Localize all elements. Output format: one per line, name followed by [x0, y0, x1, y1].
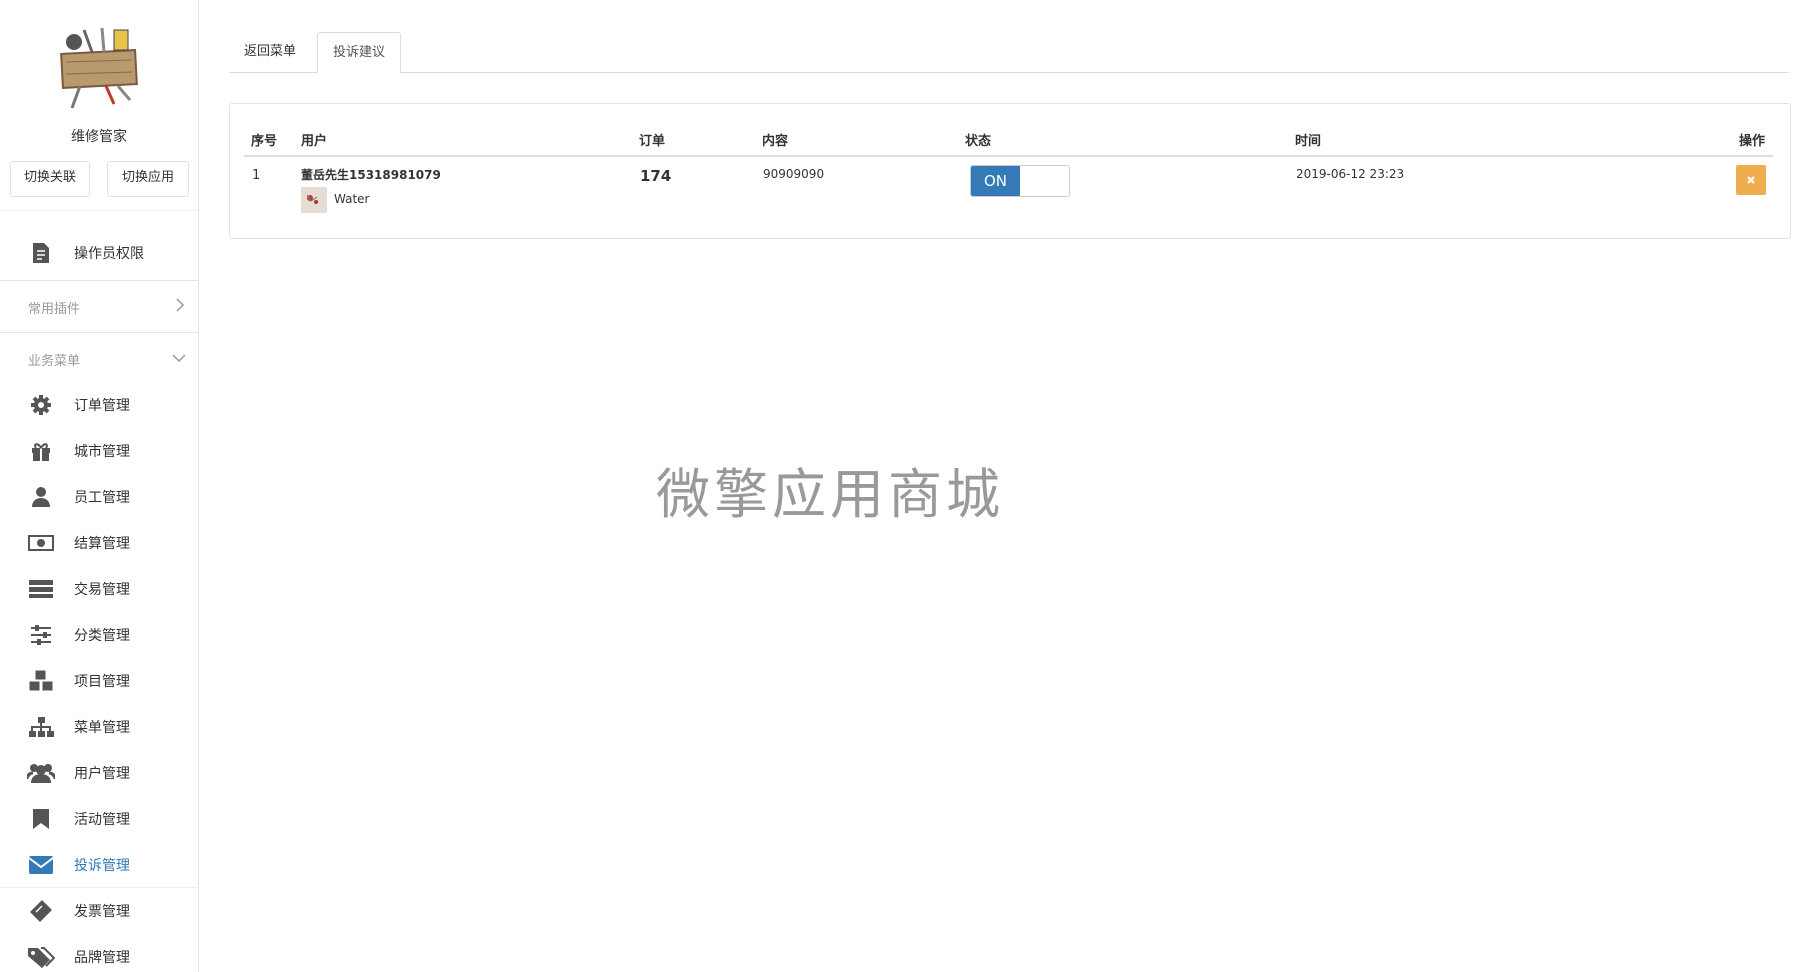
- sidebar-item-label: 投诉管理: [74, 858, 130, 874]
- sidebar-item-label: 操作员权限: [74, 246, 144, 262]
- envelope-icon: [26, 850, 56, 880]
- file-edit-icon: [26, 238, 56, 268]
- sidebar: 维修管家 切换关联 切换应用 操作员权限 常用插件 业务菜单 订单管理 城市管理: [0, 0, 199, 972]
- sidebar-item-label: 项目管理: [74, 674, 130, 690]
- table-header-divider: [244, 155, 1773, 157]
- sidebar-item-label: 交易管理: [74, 582, 130, 598]
- sliders-icon: [26, 620, 56, 650]
- sidebar-item-invoices[interactable]: 发票管理: [0, 888, 198, 934]
- sidebar-item-label: 菜单管理: [74, 720, 130, 736]
- column-header-content: 内容: [762, 134, 789, 149]
- chevron-right-icon: [174, 297, 186, 316]
- order-number: 174: [640, 167, 672, 185]
- tab-complaints[interactable]: 投诉建议: [317, 32, 402, 74]
- sidebar-item-label: 城市管理: [74, 444, 130, 460]
- section-label: 业务菜单: [28, 353, 81, 369]
- status-toggle[interactable]: ON: [970, 165, 1070, 197]
- column-header-status: 状态: [965, 134, 992, 149]
- sidebar-item-brands[interactable]: 品牌管理: [0, 934, 198, 972]
- sitemap-icon: [26, 712, 56, 742]
- sidebar-item-orders[interactable]: 订单管理: [0, 382, 198, 428]
- tags-icon: [26, 942, 56, 972]
- sidebar-item-label: 活动管理: [74, 812, 130, 828]
- tab-bar: 返回菜单 投诉建议: [229, 32, 1789, 74]
- sidebar-item-label: 结算管理: [74, 536, 130, 552]
- status-toggle-on-label: ON: [971, 166, 1020, 196]
- sidebar-item-label: 员工管理: [74, 490, 130, 506]
- user-icon: [26, 482, 56, 512]
- switch-app-button[interactable]: 切换应用: [107, 161, 189, 197]
- sidebar-item-projects[interactable]: 项目管理: [0, 658, 198, 704]
- column-header-time: 时间: [1295, 134, 1322, 149]
- complaints-table-panel: 序号 用户 订单 内容 状态 时间 操作 1 董岳先生15318981079 W…: [229, 103, 1791, 239]
- sidebar-item-complaints[interactable]: 投诉管理: [0, 842, 198, 888]
- users-icon: [26, 758, 56, 788]
- app-logo: [0, 24, 198, 114]
- app-name: 维修管家: [71, 129, 127, 145]
- chevron-down-icon: [172, 349, 186, 368]
- avatar: [301, 187, 327, 213]
- row-index: 1: [252, 168, 261, 183]
- divider: [0, 210, 198, 211]
- section-business-menu[interactable]: 业务菜单: [0, 332, 198, 385]
- sidebar-item-label: 发票管理: [74, 904, 130, 920]
- column-header-user: 用户: [301, 134, 328, 149]
- watermark-text: 微擎应用商城: [656, 463, 1004, 526]
- gift-icon: [26, 436, 56, 466]
- ticket-icon: [26, 896, 56, 926]
- column-header-order: 订单: [639, 134, 666, 149]
- sidebar-item-label: 分类管理: [74, 628, 130, 644]
- close-icon: [1747, 176, 1755, 184]
- sidebar-item-label: 订单管理: [74, 398, 130, 414]
- user-name: 董岳先生15318981079: [301, 168, 441, 182]
- complaint-time: 2019-06-12 23:23: [1296, 167, 1405, 181]
- sidebar-item-activities[interactable]: 活动管理: [0, 796, 198, 842]
- sidebar-item-cities[interactable]: 城市管理: [0, 428, 198, 474]
- column-header-index: 序号: [251, 134, 278, 149]
- sidebar-item-label: 用户管理: [74, 766, 130, 782]
- complaint-content: 90909090: [763, 167, 825, 181]
- sidebar-item-staff[interactable]: 员工管理: [0, 474, 198, 520]
- tab-back-to-menu[interactable]: 返回菜单: [229, 32, 311, 71]
- gear-icon: [26, 390, 56, 420]
- sidebar-item-operator-permissions[interactable]: 操作员权限: [0, 230, 198, 276]
- sidebar-item-users[interactable]: 用户管理: [0, 750, 198, 796]
- sidebar-item-categories[interactable]: 分类管理: [0, 612, 198, 658]
- section-common-plugins[interactable]: 常用插件: [0, 280, 198, 333]
- delete-button[interactable]: [1736, 165, 1766, 195]
- money-icon: [26, 528, 56, 558]
- user-nickname: Water: [334, 192, 370, 206]
- sidebar-item-transactions[interactable]: 交易管理: [0, 566, 198, 612]
- sidebar-item-label: 品牌管理: [74, 950, 130, 966]
- switch-link-button[interactable]: 切换关联: [10, 161, 90, 197]
- sidebar-item-menus[interactable]: 菜单管理: [0, 704, 198, 750]
- bookmark-icon: [26, 804, 56, 834]
- section-label: 常用插件: [28, 301, 81, 317]
- cubes-icon: [26, 666, 56, 696]
- server-icon: [26, 574, 56, 604]
- column-header-action: 操作: [1739, 134, 1766, 149]
- sidebar-item-settlement[interactable]: 结算管理: [0, 520, 198, 566]
